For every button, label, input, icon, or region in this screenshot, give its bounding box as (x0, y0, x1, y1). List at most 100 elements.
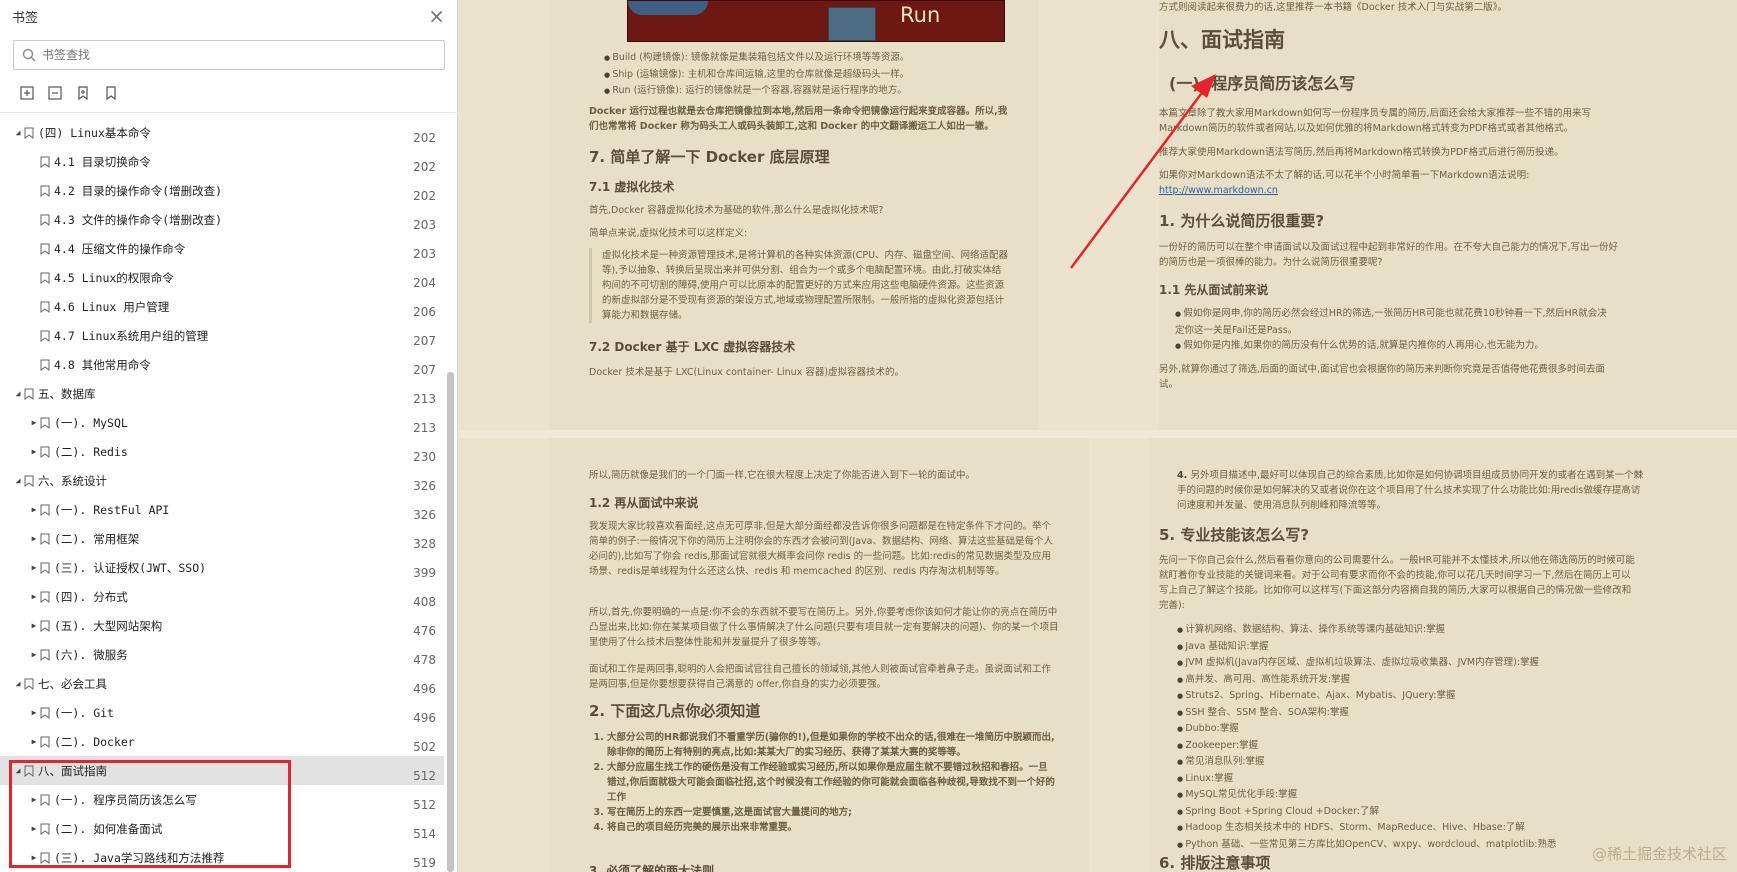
interview-experience-paragraph: 我发现大家比较喜欢看面经,这点无可厚非,但是大部分面经都没告诉你很多问题都是在特… (589, 521, 1053, 577)
skill-item: Spring Boot +Spring Cloud +Docker:了解 (1177, 804, 1647, 821)
bookmark-item[interactable]: 4.8 其他常用命令 207 (0, 350, 444, 379)
skill-item: 高并发、高可用、高性能系统开发:掌握 (1177, 672, 1647, 689)
bookmark-label: (二). 常用框架 (54, 531, 140, 546)
bookmark-item[interactable]: ◢ 六、系统设计 326 (0, 466, 444, 495)
heading-lxc: 7.2 Docker 基于 LXC 虚拟容器技术 (589, 340, 796, 354)
bookmark-item[interactable]: ▶ (六). 微服务 478 (0, 640, 444, 669)
docker-bullet-list: Build (构建镜像): 镜像就像是集装箱包括文件以及运行环境等等资源。Shi… (604, 50, 1024, 100)
bookmark-item[interactable]: ▶ (二). 常用框架 328 (0, 524, 444, 553)
bookmark-page-number: 514 (413, 827, 436, 841)
sidebar-toolbar (18, 84, 120, 102)
bookmark-page-number: 202 (413, 189, 436, 203)
caret-right-icon[interactable]: ▶ (29, 418, 39, 427)
caret-right-icon[interactable]: ▶ (29, 592, 39, 601)
bookmark-icon (40, 214, 50, 226)
sidebar-scrollbar[interactable] (447, 372, 454, 872)
bookmark-label: 4.4 压缩文件的操作命令 (54, 241, 186, 256)
bookmark-item[interactable]: 4.7 Linux系统用户组的管理 207 (0, 321, 444, 350)
bookmark-page-number: 496 (413, 711, 436, 725)
bookmark-item[interactable]: ▶ (二). Docker 502 (0, 727, 444, 756)
bookmark-item[interactable]: 4.6 Linux 用户管理 206 (0, 292, 444, 321)
bookmark-item[interactable]: ▶ (五). 大型网站架构 476 (0, 611, 444, 640)
bookmark-item[interactable]: 4.5 Linux的权限命令 204 (0, 263, 444, 292)
bookmark-icon (40, 736, 50, 748)
bookmark-page-number: 203 (413, 218, 436, 232)
project-description-item: 4. 另外项目描述中,最好可以体现自己的综合素质,比如你是如何协调项目组成员协同… (1177, 470, 1644, 511)
bookmark-icon (40, 330, 50, 342)
caret-right-icon[interactable]: ▶ (29, 708, 39, 717)
bookmark-item[interactable]: 4.2 目录的操作命令(增删改查) 202 (0, 176, 444, 205)
caret-right-icon[interactable]: ▶ (29, 447, 39, 456)
caret-right-icon[interactable]: ▶ (29, 621, 39, 630)
caret-down-icon[interactable]: ◢ (13, 679, 23, 688)
bookmark-page-number: 496 (413, 682, 436, 696)
bookmark-page-number: 328 (413, 537, 436, 551)
resume-recommend: 推荐大家使用Markdown语法写简历,然后再将Markdown格式转换为PDF… (1159, 147, 1564, 158)
bookmark-item[interactable]: ▶ (四). 分布式 408 (0, 582, 444, 611)
bookmark-item[interactable]: ▶ (二). Redis 230 (0, 437, 444, 466)
work-vs-interview-paragraph: 面试和工作是两回事,聪明的人会把面试官往自己擅长的领域领,其他人则被面试官牵着鼻… (589, 664, 1052, 690)
heading-resume: (一). 程序员简历该怎么写 (1169, 74, 1356, 93)
bookmark-label: (二). Redis (54, 444, 128, 459)
must-know-item: 大部分公司的HR都说我们不看重学历(骗你的!),但是如果你的学校不出众的话,很难… (607, 730, 1057, 760)
bookmark-label: (四) Linux基本命令 (38, 125, 151, 140)
caret-down-icon[interactable]: ◢ (13, 389, 23, 398)
caret-down-icon[interactable]: ◢ (13, 476, 23, 485)
caret-right-icon[interactable]: ▶ (29, 505, 39, 514)
bookmark-page-number: 207 (413, 334, 436, 348)
bookmark-item[interactable]: ▶ (一). RestFul API 326 (0, 495, 444, 524)
bookmark-label: 七、必会工具 (38, 676, 107, 691)
close-icon[interactable]: × (428, 6, 445, 26)
skill-item: Hadoop 生态相关技术中的 HDFS、Storm、MapReduce、Hiv… (1177, 820, 1647, 837)
skills-list: 计算机网络、数据结构、算法、操作系统等课内基础知识:掌握Java 基础知识:掌握… (1177, 622, 1647, 853)
bookmark-item[interactable]: ◢ (四) Linux基本命令 202 (0, 118, 444, 147)
bookmark-search-box[interactable] (13, 40, 445, 70)
bookmark-search-input[interactable] (42, 48, 422, 62)
bookmark-page-number: 326 (413, 479, 436, 493)
bookmark-label: 4.8 其他常用命令 (54, 357, 151, 372)
search-icon (22, 48, 36, 62)
markdown-hint-text: 如果你对Markdown语法不太了解的话,可以花半个小时简单看一下Markdow… (1159, 170, 1530, 181)
skill-item: Zookeeper:掌握 (1177, 738, 1647, 755)
bookmark-item[interactable]: ▶ (一). Git 496 (0, 698, 444, 727)
bookmark-icon (40, 417, 50, 429)
page-docker: Run Build (构建镜像): 镜像就像是集装箱包括文件以及运行环境等等资源… (549, 0, 1039, 430)
caret-down-icon[interactable]: ◢ (13, 128, 23, 137)
why-resume-paragraph: 一份好的简历可以在整个申请面试以及面试过程中起到非常好的作用。在不夸大自己能力的… (1159, 242, 1619, 268)
bookmark-item[interactable]: 4.3 文件的操作命令(增删改查) 203 (0, 205, 444, 234)
markdown-link[interactable]: http://www.markdown.cn (1159, 185, 1278, 196)
lxc-paragraph: Docker 技术是基于 LXC(Linux container- Linux … (589, 367, 905, 378)
skill-item: Python 基础、一些常见第三方库比如OpenCV、wxpy、wordclou… (1177, 837, 1647, 854)
bookmark-item[interactable]: ◢ 五、数据库 213 (0, 379, 444, 408)
bookmark-item[interactable]: ◢ 七、必会工具 496 (0, 669, 444, 698)
expand-all-icon[interactable] (18, 84, 36, 102)
bookmark-page-number: 408 (413, 595, 436, 609)
bookmark-icon[interactable] (102, 84, 120, 102)
caret-right-icon[interactable]: ▶ (29, 563, 39, 572)
sidebar-title: 书签 (12, 10, 39, 26)
add-bookmark-icon[interactable] (74, 84, 92, 102)
bookmark-label: 4.3 文件的操作命令(增删改查) (54, 212, 223, 227)
caret-right-icon[interactable]: ▶ (29, 737, 39, 746)
bookmark-item[interactable]: ▶ (三). 认证授权(JWT、SSO) 399 (0, 553, 444, 582)
highlight-annotation-box (9, 760, 291, 868)
heading-before-interview: 1.1 先从面试前来说 (1159, 283, 1269, 297)
run-caption: Run (900, 3, 941, 27)
bookmark-icon (40, 446, 50, 458)
bookmark-icon (40, 301, 50, 313)
skill-item: Java 基础知识:掌握 (1177, 639, 1647, 656)
bookmark-item[interactable]: 4.4 压缩文件的操作命令 203 (0, 234, 444, 263)
bookmark-page-number: 512 (413, 769, 436, 783)
bookmark-label: (六). 微服务 (54, 647, 128, 662)
bookmark-icon (40, 243, 50, 255)
skill-item: JVM 虚拟机(Java内存区域、虚拟机垃圾算法、虚拟垃圾收集器、JVM内存管理… (1177, 655, 1647, 672)
document-view[interactable]: Run Build (构建镜像): 镜像就像是集装箱包括文件以及运行环境等等资源… (459, 0, 1737, 872)
bookmark-item[interactable]: 4.1 目录切换命令 202 (0, 147, 444, 176)
bookmark-item[interactable]: ▶ (一). MySQL 213 (0, 408, 444, 437)
caret-right-icon[interactable]: ▶ (29, 650, 39, 659)
bookmark-page-number: 203 (413, 247, 436, 261)
skill-item: MySQL常见优化手段:掌握 (1177, 787, 1647, 804)
bookmark-icon (40, 272, 50, 284)
collapse-all-icon[interactable] (46, 84, 64, 102)
caret-right-icon[interactable]: ▶ (29, 534, 39, 543)
